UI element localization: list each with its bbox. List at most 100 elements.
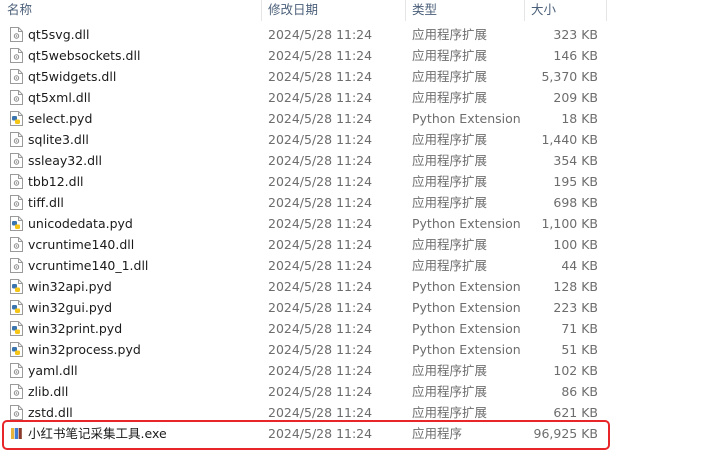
- file-type: 应用程序扩展: [412, 384, 488, 399]
- file-name: 小红书笔记采集工具.exe: [28, 426, 167, 441]
- file-row[interactable]: yaml.dll 2024/5/28 11:24 应用程序扩展 102 KB: [0, 360, 722, 381]
- file-row[interactable]: zlib.dll 2024/5/28 11:24 应用程序扩展 86 KB: [0, 381, 722, 402]
- file-name: tiff.dll: [28, 195, 64, 210]
- file-type: Python Extension Module: [412, 321, 520, 336]
- file-size: 1,440 KB: [541, 132, 598, 147]
- file-type: 应用程序扩展: [412, 363, 488, 378]
- python-file-icon: [10, 216, 23, 231]
- file-date-modified: 2024/5/28 11:24: [268, 258, 373, 273]
- file-size: 100 KB: [553, 237, 598, 252]
- dll-file-icon: [10, 69, 23, 84]
- file-size: 51 KB: [561, 342, 598, 357]
- file-size: 209 KB: [553, 90, 598, 105]
- file-size: 195 KB: [553, 174, 598, 189]
- file-type: 应用程序扩展: [412, 237, 488, 252]
- file-name: zlib.dll: [28, 384, 69, 399]
- file-size: 96,925 KB: [533, 426, 598, 441]
- file-date-modified: 2024/5/28 11:24: [268, 153, 373, 168]
- file-date-modified: 2024/5/28 11:24: [268, 321, 373, 336]
- file-name: win32gui.pyd: [28, 300, 113, 315]
- file-date-modified: 2024/5/28 11:24: [268, 363, 373, 378]
- file-date-modified: 2024/5/28 11:24: [268, 132, 373, 147]
- file-row[interactable]: vcruntime140.dll 2024/5/28 11:24 应用程序扩展 100…: [0, 234, 722, 255]
- file-name: unicodedata.pyd: [28, 216, 133, 231]
- file-row[interactable]: win32process.pyd 2024/5/28 11:24 Python Ex…: [0, 339, 722, 360]
- python-file-icon: [10, 279, 23, 294]
- file-name: yaml.dll: [28, 363, 78, 378]
- dll-file-icon: [10, 153, 23, 168]
- file-row[interactable]: zstd.dll 2024/5/28 11:24 应用程序扩展 621 KB: [0, 402, 722, 423]
- column-header-bar: 名称 修改日期 类型 大小: [0, 0, 722, 21]
- file-name: zstd.dll: [28, 405, 73, 420]
- file-size: 102 KB: [553, 363, 598, 378]
- file-type: Python Extension Module: [412, 279, 520, 294]
- file-size: 354 KB: [553, 153, 598, 168]
- file-row[interactable]: tiff.dll 2024/5/28 11:24 应用程序扩展 698 KB: [0, 192, 722, 213]
- dll-file-icon: [10, 174, 23, 189]
- file-row[interactable]: win32print.pyd 2024/5/28 11:24 Python Exte…: [0, 318, 722, 339]
- file-date-modified: 2024/5/28 11:24: [268, 111, 373, 126]
- column-header-type[interactable]: 类型: [412, 0, 520, 19]
- file-row[interactable]: qt5svg.dll 2024/5/28 11:24 应用程序扩展 323 KB: [0, 24, 722, 45]
- dll-file-icon: [10, 195, 23, 210]
- file-row[interactable]: qt5widgets.dll 2024/5/28 11:24 应用程序扩展 5,370…: [0, 66, 722, 87]
- python-file-icon: [10, 321, 23, 336]
- file-size: 71 KB: [561, 321, 598, 336]
- python-file-icon: [10, 300, 23, 315]
- file-size: 128 KB: [553, 279, 598, 294]
- file-row[interactable]: select.pyd 2024/5/28 11:24 Python Extensio…: [0, 108, 722, 129]
- file-name: qt5svg.dll: [28, 27, 90, 42]
- file-date-modified: 2024/5/28 11:24: [268, 405, 373, 420]
- file-type: Python Extension Module: [412, 216, 520, 231]
- file-row[interactable]: ssleay32.dll 2024/5/28 11:24 应用程序扩展 354 KB: [0, 150, 722, 171]
- file-date-modified: 2024/5/28 11:24: [268, 90, 373, 105]
- file-date-modified: 2024/5/28 11:24: [268, 237, 373, 252]
- column-header-size[interactable]: 大小: [531, 0, 603, 19]
- dll-file-icon: [10, 48, 23, 63]
- column-divider[interactable]: [405, 0, 406, 21]
- column-divider[interactable]: [606, 0, 607, 21]
- file-type: 应用程序扩展: [412, 195, 488, 210]
- file-type: Python Extension Module: [412, 111, 520, 126]
- file-type: 应用程序: [412, 426, 463, 441]
- file-date-modified: 2024/5/28 11:24: [268, 216, 373, 231]
- column-divider[interactable]: [261, 0, 262, 21]
- file-size: 698 KB: [553, 195, 598, 210]
- file-size: 223 KB: [553, 300, 598, 315]
- file-name: qt5websockets.dll: [28, 48, 141, 63]
- column-header-name[interactable]: 名称: [7, 0, 257, 19]
- file-row[interactable]: qt5websockets.dll 2024/5/28 11:24 应用程序扩展 14…: [0, 45, 722, 66]
- file-row[interactable]: 小红书笔记采集工具.exe 2024/5/28 11:24 应用程序 96,925 K…: [0, 423, 722, 444]
- column-divider[interactable]: [524, 0, 525, 21]
- file-date-modified: 2024/5/28 11:24: [268, 69, 373, 84]
- file-size: 5,370 KB: [541, 69, 598, 84]
- file-name: tbb12.dll: [28, 174, 84, 189]
- file-size: 621 KB: [553, 405, 598, 420]
- file-row[interactable]: qt5xml.dll 2024/5/28 11:24 应用程序扩展 209 KB: [0, 87, 722, 108]
- file-date-modified: 2024/5/28 11:24: [268, 300, 373, 315]
- dll-file-icon: [10, 384, 23, 399]
- file-name: win32api.pyd: [28, 279, 112, 294]
- file-name: qt5xml.dll: [28, 90, 91, 105]
- python-file-icon: [10, 111, 23, 126]
- file-type: 应用程序扩展: [412, 174, 488, 189]
- file-row[interactable]: sqlite3.dll 2024/5/28 11:24 应用程序扩展 1,440 KB: [0, 129, 722, 150]
- file-name: sqlite3.dll: [28, 132, 89, 147]
- file-type: 应用程序扩展: [412, 153, 488, 168]
- file-size: 44 KB: [561, 258, 598, 273]
- file-type: 应用程序扩展: [412, 69, 488, 84]
- dll-file-icon: [10, 237, 23, 252]
- file-row[interactable]: vcruntime140_1.dll 2024/5/28 11:24 应用程序扩展 4…: [0, 255, 722, 276]
- file-date-modified: 2024/5/28 11:24: [268, 342, 373, 357]
- file-row[interactable]: tbb12.dll 2024/5/28 11:24 应用程序扩展 195 KB: [0, 171, 722, 192]
- column-header-date[interactable]: 修改日期: [268, 0, 398, 19]
- file-date-modified: 2024/5/28 11:24: [268, 384, 373, 399]
- file-row[interactable]: win32gui.pyd 2024/5/28 11:24 Python Extens…: [0, 297, 722, 318]
- file-type: Python Extension Module: [412, 300, 520, 315]
- file-row[interactable]: unicodedata.pyd 2024/5/28 11:24 Python Ext…: [0, 213, 722, 234]
- file-name: qt5widgets.dll: [28, 69, 117, 84]
- file-type: 应用程序扩展: [412, 258, 488, 273]
- file-row[interactable]: win32api.pyd 2024/5/28 11:24 Python Extens…: [0, 276, 722, 297]
- file-name: ssleay32.dll: [28, 153, 103, 168]
- python-file-icon: [10, 342, 23, 357]
